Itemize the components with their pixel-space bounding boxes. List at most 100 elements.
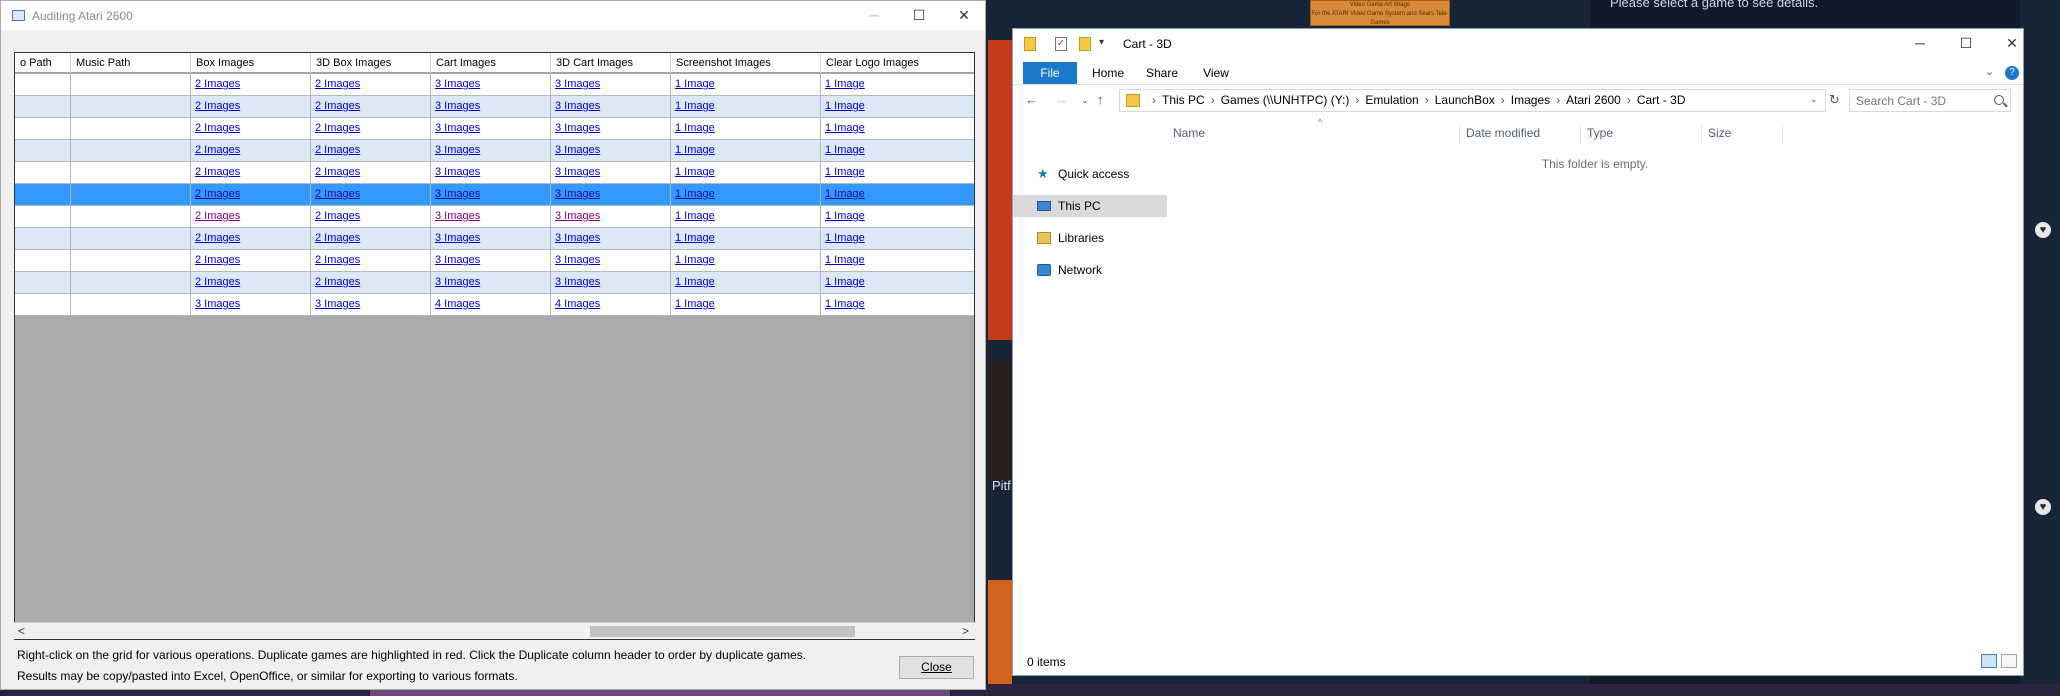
column-header-type[interactable]: Type	[1581, 124, 1702, 144]
scroll-left-arrow-icon[interactable]: <	[18, 623, 25, 639]
box-images-link[interactable]: 2 Images	[195, 100, 240, 112]
close-window-button[interactable]: ✕	[1989, 29, 2035, 58]
breadcrumb-segment[interactable]: Emulation	[1365, 93, 1418, 107]
table-cell[interactable]	[15, 272, 71, 293]
cart-images-link[interactable]: 3 Images	[435, 122, 480, 134]
column-header-name[interactable]: Name	[1167, 124, 1460, 144]
3d-box-images-link[interactable]: 2 Images	[315, 144, 360, 156]
table-cell[interactable]	[15, 118, 71, 139]
favorite-heart-icon[interactable]: ♥	[2035, 222, 2051, 238]
cart-images-link[interactable]: 3 Images	[435, 276, 480, 288]
breadcrumb-separator-icon[interactable]: ›	[1152, 93, 1156, 107]
table-row[interactable]: 2 Images 2 Images 3 Images 3 Images 1 Image 1…	[15, 118, 974, 140]
box-images-link[interactable]: 3 Images	[195, 298, 240, 310]
tab-home[interactable]: Home	[1083, 62, 1133, 84]
table-cell[interactable]	[71, 272, 191, 293]
properties-check-icon[interactable]: ✓	[1055, 37, 1067, 51]
breadcrumb-segment[interactable]: Games (\\UNHTPC) (Y:)	[1221, 93, 1350, 107]
table-cell[interactable]	[15, 184, 71, 205]
nav-item-network[interactable]: Network	[1013, 259, 1167, 281]
table-row[interactable]: 2 Images 2 Images 3 Images 3 Images 1 Image 1…	[15, 96, 974, 118]
screenshot-images-link[interactable]: 1 Image	[675, 232, 715, 244]
3d-cart-images-link[interactable]: 3 Images	[555, 210, 600, 222]
clear-logo-images-link[interactable]: 1 Image	[825, 166, 865, 178]
3d-box-images-link[interactable]: 3 Images	[315, 298, 360, 310]
cart-images-link[interactable]: 3 Images	[435, 78, 480, 90]
tab-file[interactable]: File	[1023, 62, 1077, 84]
cart-images-link[interactable]: 3 Images	[435, 232, 480, 244]
clear-logo-images-link[interactable]: 1 Image	[825, 254, 865, 266]
breadcrumb-segment[interactable]: This PC	[1162, 93, 1205, 107]
table-row[interactable]: 2 Images 2 Images 3 Images 3 Images 1 Image 1…	[15, 74, 974, 96]
3d-cart-images-link[interactable]: 3 Images	[555, 232, 600, 244]
close-button[interactable]: Close	[899, 656, 974, 679]
table-cell[interactable]	[71, 96, 191, 117]
screenshot-images-link[interactable]: 1 Image	[675, 210, 715, 222]
3d-cart-images-link[interactable]: 3 Images	[555, 122, 600, 134]
breadcrumb-segment[interactable]: Cart - 3D	[1637, 93, 1686, 107]
clear-logo-images-link[interactable]: 1 Image	[825, 100, 865, 112]
breadcrumb-separator-icon[interactable]: ›	[1501, 93, 1505, 107]
scrollbar-thumb[interactable]	[590, 626, 855, 637]
new-folder-icon[interactable]	[1079, 37, 1091, 51]
3d-box-images-link[interactable]: 2 Images	[315, 276, 360, 288]
tab-share[interactable]: Share	[1137, 62, 1187, 84]
cart-images-link[interactable]: 3 Images	[435, 188, 480, 200]
table-cell[interactable]	[71, 206, 191, 227]
help-icon[interactable]: ?	[2005, 66, 2019, 80]
table-cell[interactable]	[71, 140, 191, 161]
3d-cart-images-link[interactable]: 3 Images	[555, 78, 600, 90]
audit-titlebar[interactable]: Auditing Atari 2600 ─ ☐ ✕	[1, 1, 985, 30]
box-images-link[interactable]: 2 Images	[195, 122, 240, 134]
3d-cart-images-link[interactable]: 4 Images	[555, 298, 600, 310]
3d-box-images-link[interactable]: 2 Images	[315, 254, 360, 266]
table-row[interactable]: 2 Images 2 Images 3 Images 3 Images 1 Image 1…	[15, 162, 974, 184]
box-images-link[interactable]: 2 Images	[195, 144, 240, 156]
forward-arrow-icon[interactable]: →	[1055, 92, 1068, 107]
table-cell[interactable]	[15, 250, 71, 271]
table-row[interactable]: 2 Images 2 Images 3 Images 3 Images 1 Image 1…	[15, 184, 974, 206]
close-window-button[interactable]: ✕	[941, 1, 987, 30]
breadcrumb-segment[interactable]: Images	[1511, 93, 1550, 107]
breadcrumb-segment[interactable]: Atari 2600	[1566, 93, 1621, 107]
column-header-cart-images[interactable]: Cart Images	[431, 53, 551, 73]
cart-images-link[interactable]: 3 Images	[435, 144, 480, 156]
table-cell[interactable]	[71, 74, 191, 95]
screenshot-images-link[interactable]: 1 Image	[675, 78, 715, 90]
table-row[interactable]: 3 Images 3 Images 4 Images 4 Images 1 Image 1…	[15, 294, 974, 316]
screenshot-images-link[interactable]: 1 Image	[675, 276, 715, 288]
breadcrumb-separator-icon[interactable]: ›	[1211, 93, 1215, 107]
audit-grid[interactable]: o Path Music Path Box Images 3D Box Imag…	[14, 52, 975, 640]
screenshot-images-link[interactable]: 1 Image	[675, 166, 715, 178]
table-cell[interactable]	[71, 294, 191, 315]
breadcrumb[interactable]: › This PC › Games (\\UNHTPC) (Y:) › Emulation…	[1146, 90, 1686, 111]
table-cell[interactable]	[15, 162, 71, 183]
table-cell[interactable]	[15, 140, 71, 161]
table-cell[interactable]	[15, 294, 71, 315]
column-header-clear-logo-images[interactable]: Clear Logo Images	[821, 53, 974, 73]
table-cell[interactable]	[15, 206, 71, 227]
column-header-3d-box-images[interactable]: 3D Box Images	[311, 53, 431, 73]
nav-item-libraries[interactable]: Libraries	[1013, 227, 1167, 249]
large-icons-view-icon[interactable]	[2001, 654, 2017, 668]
explorer-titlebar[interactable]: ✓ ▾ Cart - 3D ─ ☐ ✕	[1013, 29, 2023, 59]
screenshot-images-link[interactable]: 1 Image	[675, 188, 715, 200]
table-cell[interactable]	[71, 184, 191, 205]
search-box[interactable]	[1849, 89, 2011, 112]
breadcrumb-separator-icon[interactable]: ›	[1556, 93, 1560, 107]
3d-cart-images-link[interactable]: 3 Images	[555, 100, 600, 112]
table-cell[interactable]	[71, 250, 191, 271]
3d-box-images-link[interactable]: 2 Images	[315, 232, 360, 244]
back-arrow-icon[interactable]: ←	[1025, 92, 1038, 107]
screenshot-images-link[interactable]: 1 Image	[675, 122, 715, 134]
nav-item-quick-access[interactable]: ★ Quick access	[1013, 163, 1167, 185]
3d-cart-images-link[interactable]: 3 Images	[555, 144, 600, 156]
clear-logo-images-link[interactable]: 1 Image	[825, 210, 865, 222]
minimize-button[interactable]: ─	[851, 1, 897, 30]
cart-images-link[interactable]: 3 Images	[435, 100, 480, 112]
column-header-screenshot-images[interactable]: Screenshot Images	[671, 53, 821, 73]
details-view-icon[interactable]	[1981, 654, 1997, 668]
table-row[interactable]: 2 Images 2 Images 3 Images 3 Images 1 Image 1…	[15, 250, 974, 272]
column-header-box-images[interactable]: Box Images	[191, 53, 311, 73]
screenshot-images-link[interactable]: 1 Image	[675, 298, 715, 310]
